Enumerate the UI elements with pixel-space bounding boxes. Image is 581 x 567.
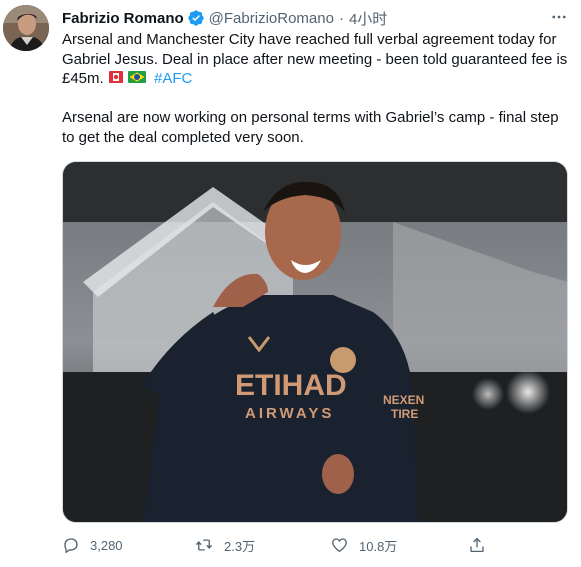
retweet-count: 2.3万 [224, 538, 256, 554]
tweet-text-line: Arsenal and Manchester City have reached… [62, 31, 557, 48]
tweet-text-line: Arsenal are now working on personal term… [62, 109, 559, 126]
retweet-icon [195, 539, 213, 551]
like-button[interactable]: 10.8万 [330, 533, 397, 557]
tweet-time[interactable]: 4小时 [349, 8, 387, 29]
like-icon [332, 538, 347, 553]
retweet-button[interactable]: 2.3万 [194, 533, 255, 557]
photo-footballer-celebrating: ETIHAD AIRWAYS NEXEN TIRE [63, 162, 567, 522]
tweet-actions: 3,280 2.3万 10.8万 [62, 533, 502, 557]
tweet-text-line-with-tags: £45m. #AFC [62, 69, 574, 89]
more-icon [552, 15, 566, 19]
red-flag-emoji-icon [108, 71, 123, 83]
tweet-text-line: to get the deal completed very soon. [62, 128, 304, 146]
sleeve-text: TIRE [391, 407, 418, 421]
sleeve-text: NEXEN [383, 393, 424, 407]
tweet-text: Arsenal and Manchester City have reached… [62, 30, 574, 147]
brazil-flag-emoji-icon [127, 71, 146, 83]
reply-icon [64, 538, 78, 554]
separator-dot: · [338, 9, 344, 27]
tweet-text-line: Gabriel Jesus. Deal in place after new m… [62, 50, 568, 68]
share-button[interactable] [468, 533, 496, 557]
shirt-sponsor-subtext: AIRWAYS [245, 405, 334, 422]
author-handle[interactable]: @FabrizioRomano [209, 10, 334, 27]
tweet-card[interactable]: Fabrizio Romano @FabrizioRomano · 4小时 Ar… [0, 0, 581, 567]
verified-badge-icon [187, 10, 204, 26]
hashtag-link[interactable]: #AFC [154, 70, 192, 87]
reply-button[interactable]: 3,280 [62, 533, 123, 557]
more-button[interactable] [548, 6, 570, 28]
shirt-sponsor-text: ETIHAD [235, 369, 347, 402]
tweet-header: Fabrizio Romano @FabrizioRomano · 4小时 [62, 8, 387, 28]
share-icon [470, 537, 484, 553]
tweet-photo[interactable]: ETIHAD AIRWAYS NEXEN TIRE [62, 161, 568, 523]
avatar[interactable] [3, 5, 49, 51]
avatar-image [3, 5, 49, 51]
tweet-text-fragment: £45m. [62, 70, 104, 87]
reply-count: 3,280 [90, 537, 123, 553]
like-count: 10.8万 [359, 538, 398, 554]
author-name[interactable]: Fabrizio Romano [62, 10, 184, 27]
